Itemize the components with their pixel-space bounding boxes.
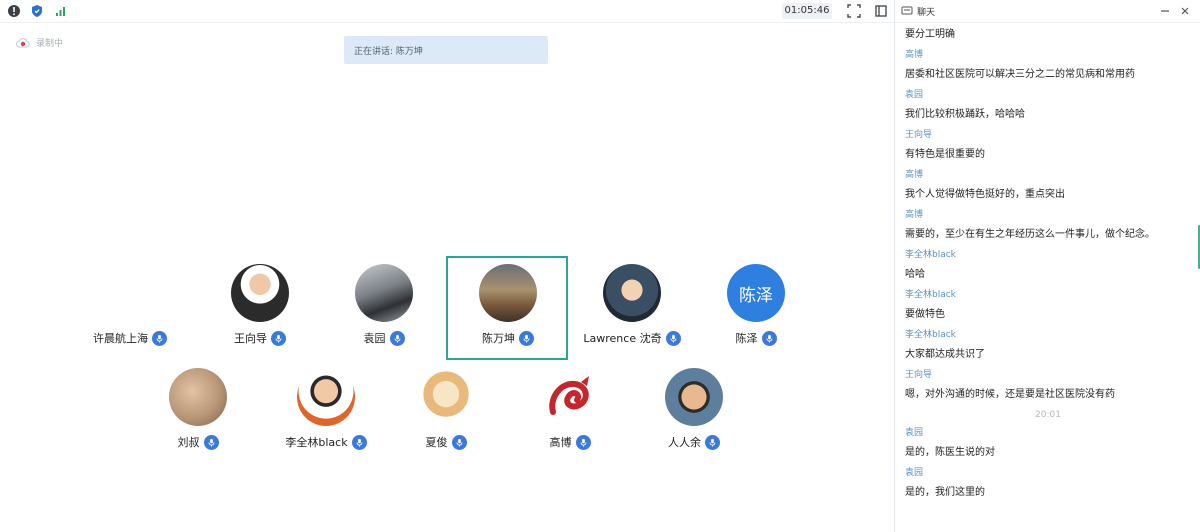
chat-sender-name: 袁园 [905,468,924,478]
participant-name: 人人余 [668,436,701,449]
chat-sender-name: 李全林black [905,290,956,300]
meeting-toolbar: 01:05:46 [0,0,893,23]
chat-bubble-icon [899,3,915,19]
participant-name: 陈泽 [735,332,758,345]
record-upload-icon [16,37,30,47]
chat-message-text: 是的，我们这里的 [905,487,985,498]
fullscreen-icon[interactable] [846,3,862,19]
chat-message-text: 我们比较积极踊跃，哈哈哈 [905,109,1025,120]
chat-message-text: 哈哈 [905,269,925,280]
chat-sender-name: 李全林black [905,250,956,260]
chat-header: 聊天 [895,0,1200,23]
participant-avatar [231,264,289,322]
chat-sender-name: 袁园 [905,90,924,100]
participant-name: 夏俊 [425,436,448,449]
chat-message-text: 嗯，对外沟通的时候，还是要是社区医院没有药 [905,389,1115,400]
participant-avatar [169,368,227,426]
microphone-icon[interactable] [451,434,467,450]
chat-timestamp: 20:01 [1035,410,1061,420]
participant-name: 许晨航上海 [93,332,148,345]
microphone-icon[interactable] [705,434,720,450]
chat-sender-name: 李全林black [905,330,956,340]
participant-avatar [541,368,599,426]
chat-message-text: 要做特色 [905,309,945,320]
chat-panel: 聊天 要分工明确 高博 居委和社区医院可以解决三分之二的常见病和常用药 袁园 我们比较积… [894,0,1200,532]
chat-sender-name: 高博 [905,50,924,60]
microphone-icon[interactable] [519,330,534,346]
chat-message-text: 大家都达成共识了 [905,349,985,360]
speaking-banner: 正在讲话: 陈万坤 [344,36,548,64]
microphone-icon[interactable] [665,330,681,346]
participant-name: 高博 [549,436,572,449]
avatar-initials: 陈泽 [739,285,773,306]
participant-tile[interactable]: 李全林black [264,368,388,450]
microphone-icon[interactable] [351,434,367,450]
info-icon[interactable] [6,3,22,19]
participant-name: Lawrence 沈奇 [583,332,662,345]
participant-name: 陈万坤 [482,332,515,345]
participant-name: 王向导 [234,332,267,345]
participant-name: 刘叔 [177,436,200,449]
chat-message-list[interactable]: 要分工明确 高博 居委和社区医院可以解决三分之二的常见病和常用药 袁园 我们比较积极踊跃… [905,24,1191,504]
chat-message-text: 有特色是很重要的 [905,149,985,160]
microphone-icon[interactable] [575,434,591,450]
participant-tile[interactable]: 刘叔 [136,368,260,450]
participant-avatar [665,368,723,426]
chat-sender-name: 高博 [905,210,924,220]
chat-sender-name: 王向导 [905,130,933,140]
meeting-timer: 01:05:46 [782,3,832,19]
participant-tile[interactable]: 陈泽 陈泽 [694,264,818,346]
microphone-icon[interactable] [389,330,405,346]
participant-tile[interactable]: 王向导 [198,264,322,346]
chat-message-text: 居委和社区医院可以解决三分之二的常见病和常用药 [905,69,1135,80]
participant-avatar [479,264,537,322]
recording-label: 录制中 [36,39,64,49]
participant-tile[interactable]: 人人余 [632,368,756,450]
chat-message-text: 是的，陈医生说的对 [905,447,995,458]
participant-tile-active[interactable]: 陈万坤 [446,264,570,346]
participant-tile[interactable]: 高博 [508,368,632,450]
chat-message-text: 要分工明确 [905,29,955,40]
chat-message-text: 我个人觉得做特色挺好的，重点突出 [905,189,1065,200]
speaking-text: 正在讲话: 陈万坤 [354,46,423,57]
microphone-icon[interactable] [761,330,777,346]
chat-message-text: 需要的，至少在有生之年经历这么一件事儿，做个纪念。 [905,229,1155,240]
participant-avatar [297,368,355,426]
participant-tile[interactable]: Lawrence 沈奇 [570,264,694,346]
participant-tile[interactable]: 许晨航上海 [68,264,192,346]
chat-sender-name: 王向导 [905,370,933,380]
participant-name: 李全林black [285,436,348,449]
shield-icon[interactable] [29,3,45,19]
window-icon[interactable] [873,3,889,19]
microphone-icon[interactable] [203,434,219,450]
minimize-icon[interactable] [1157,3,1173,19]
recording-indicator: 录制中 [16,36,63,49]
chat-title: 聊天 [917,8,936,18]
close-icon[interactable] [1177,3,1193,19]
microphone-icon[interactable] [271,330,286,346]
participant-avatar: 陈泽 [727,264,785,322]
participant-tile[interactable]: 袁园 [322,264,446,346]
chat-sender-name: 袁园 [905,428,924,438]
participant-name: 袁园 [363,332,386,345]
participant-avatar [603,264,661,322]
participant-avatar [355,264,413,322]
signal-icon [53,3,69,19]
participant-tile[interactable]: 夏俊 [384,368,508,450]
microphone-icon[interactable] [152,330,167,346]
chat-sender-name: 高博 [905,170,924,180]
participant-avatar [417,368,475,426]
